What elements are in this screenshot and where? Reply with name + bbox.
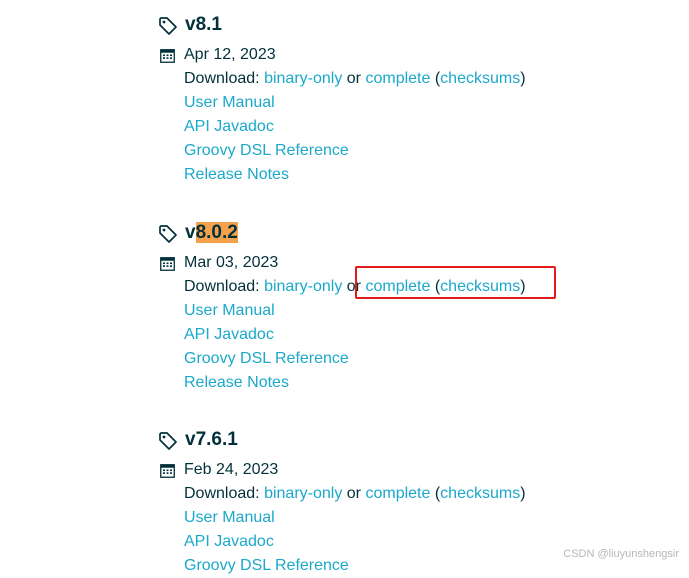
watermark: CSDN @liuyunshengsir — [563, 548, 679, 560]
release-header: v7.6.1 — [158, 426, 578, 456]
version-number: 7.6.1 — [195, 429, 238, 450]
checksums-link[interactable]: checksums — [440, 278, 520, 295]
checksums-link[interactable]: checksums — [440, 485, 520, 502]
download-label: Download: — [184, 278, 260, 295]
user-manual-link[interactable]: User Manual — [184, 302, 275, 319]
calendar-icon — [160, 257, 175, 271]
release-date: Feb 24, 2023 — [184, 461, 279, 478]
release-body: Mar 03, 2023 Download: binary-only or co… — [158, 251, 578, 395]
tag-icon — [159, 225, 177, 243]
paren-close: ) — [520, 485, 526, 502]
complete-link[interactable]: complete — [365, 70, 430, 87]
version-title: v8.1 — [185, 14, 222, 35]
download-label: Download: — [184, 485, 260, 502]
release-v7-6-1: v7.6.1 Feb 24, 2023 Download: binary-onl… — [158, 426, 578, 578]
release-body: Apr 12, 2023 Download: binary-only or co… — [158, 43, 578, 187]
release-notes-link[interactable]: Release Notes — [184, 374, 289, 391]
version-title: v7.6.1 — [185, 429, 238, 450]
calendar-icon — [160, 464, 175, 478]
groovy-dsl-reference-link[interactable]: Groovy DSL Reference — [184, 350, 349, 367]
release-v8-0-2: v8.0.2 Mar 03, 2023 Download: binary-onl… — [158, 219, 578, 395]
binary-only-link[interactable]: binary-only — [264, 278, 342, 295]
release-date: Mar 03, 2023 — [184, 254, 279, 271]
release-date: Apr 12, 2023 — [184, 46, 276, 63]
release-v8-1: v8.1 Apr 12, 2023 Download: binary-only … — [158, 11, 578, 187]
version-number-highlighted: 8.0.2 — [195, 222, 238, 243]
version-title: v8.0.2 — [185, 222, 238, 243]
tag-icon — [159, 432, 177, 450]
binary-only-link[interactable]: binary-only — [264, 485, 342, 502]
user-manual-link[interactable]: User Manual — [184, 509, 275, 526]
or-text: or — [346, 278, 362, 295]
tag-icon — [159, 17, 177, 35]
release-header: v8.0.2 — [158, 219, 578, 249]
or-text: or — [346, 485, 362, 502]
version-number: 8.1 — [195, 14, 222, 35]
api-javadoc-link[interactable]: API Javadoc — [184, 326, 274, 343]
release-notes-link[interactable]: Release Notes — [184, 166, 289, 183]
complete-link[interactable]: complete — [365, 485, 430, 502]
release-body: Feb 24, 2023 Download: binary-only or co… — [158, 458, 578, 578]
paren-close: ) — [520, 278, 526, 295]
groovy-dsl-reference-link[interactable]: Groovy DSL Reference — [184, 142, 349, 159]
complete-link[interactable]: complete — [365, 278, 430, 295]
binary-only-link[interactable]: binary-only — [264, 70, 342, 87]
download-label: Download: — [184, 70, 260, 87]
download-line: Download: binary-only or complete (check… — [184, 482, 578, 506]
calendar-icon — [160, 49, 175, 63]
api-javadoc-link[interactable]: API Javadoc — [184, 118, 274, 135]
api-javadoc-link[interactable]: API Javadoc — [184, 533, 274, 550]
checksums-link[interactable]: checksums — [440, 70, 520, 87]
download-line: Download: binary-only or complete (check… — [184, 67, 578, 91]
or-text: or — [346, 70, 362, 87]
release-header: v8.1 — [158, 11, 578, 41]
paren-close: ) — [520, 70, 526, 87]
user-manual-link[interactable]: User Manual — [184, 94, 275, 111]
download-line: Download: binary-only or complete (check… — [184, 275, 578, 299]
